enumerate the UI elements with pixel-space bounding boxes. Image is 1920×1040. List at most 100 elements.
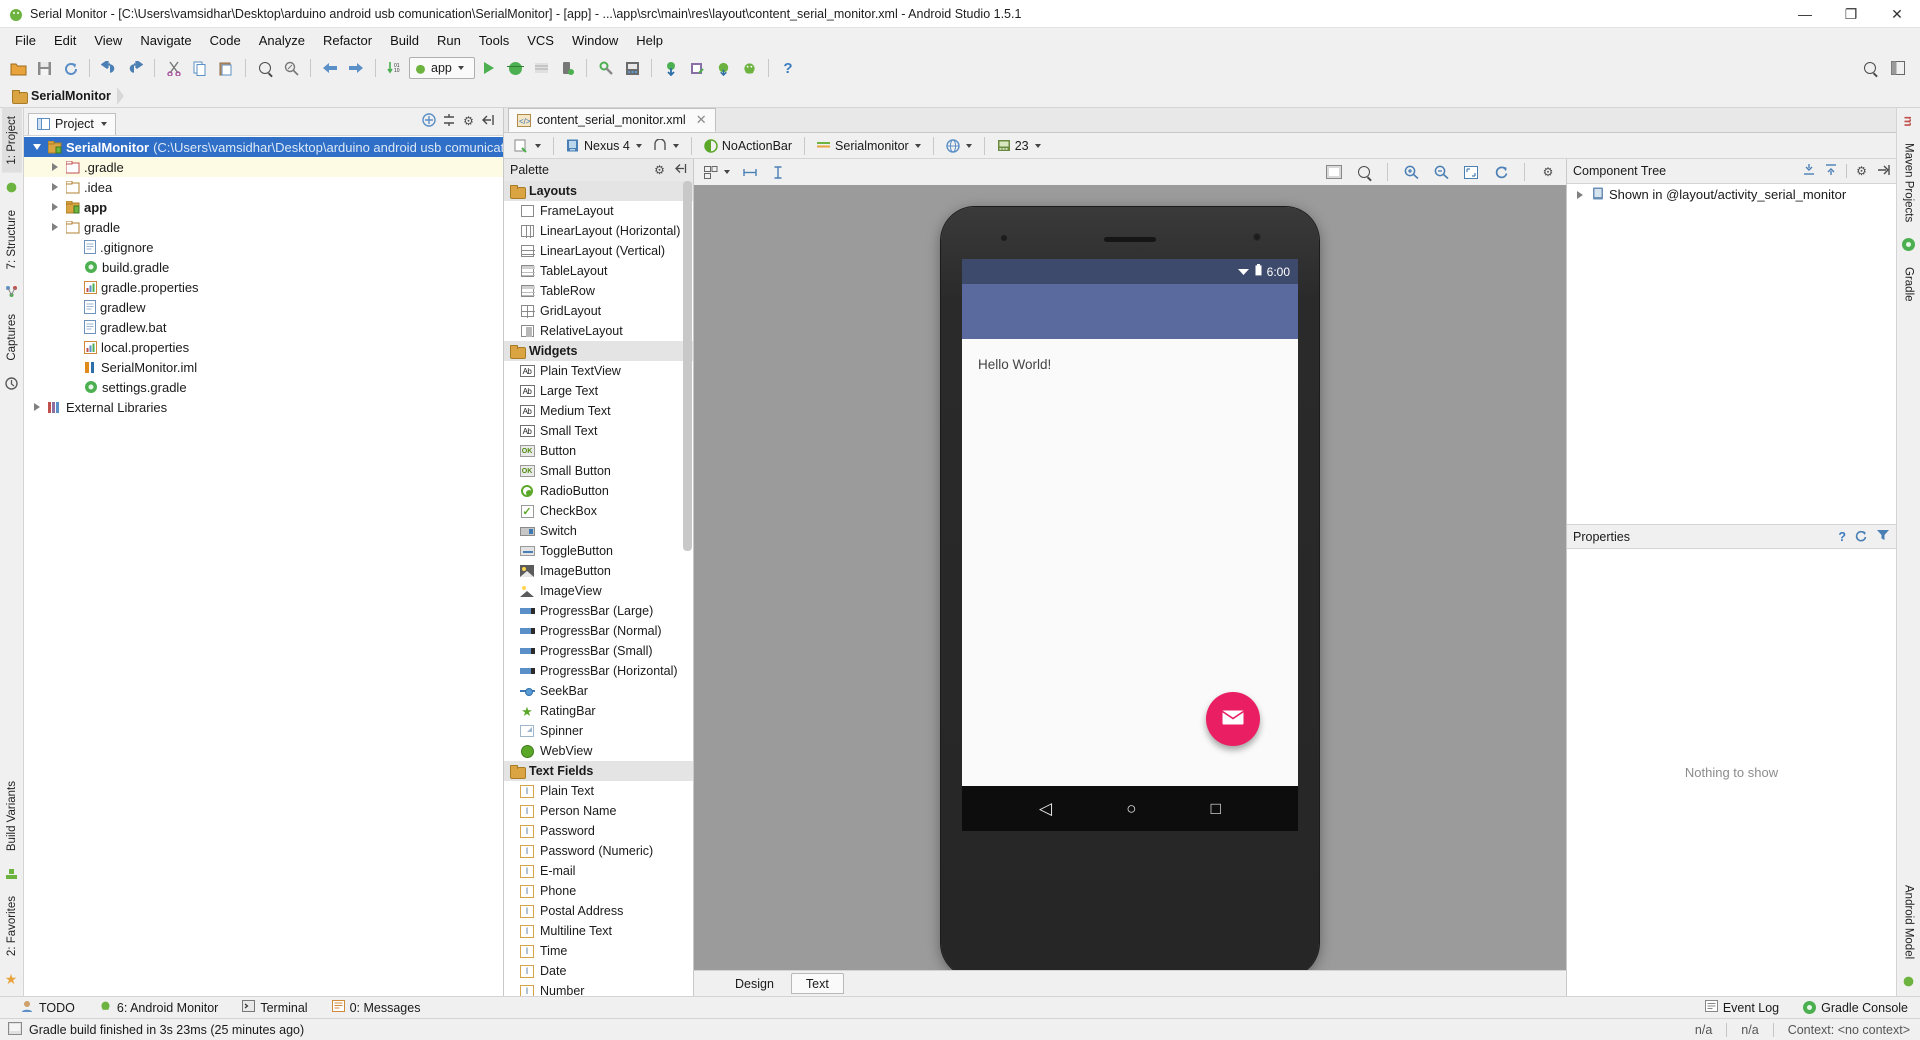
nav-home-icon[interactable]: ○ [1126,799,1136,819]
expand-collapse-icon[interactable] [442,113,456,130]
preview-canvas[interactable]: 6:00 Hello World! ◁ ○ □ [694,185,1566,970]
palette-item[interactable]: I Date [504,961,693,981]
android-device-monitor-icon[interactable] [737,56,761,80]
vcs-update-icon[interactable] [659,56,683,80]
chevron-down-icon[interactable] [30,140,44,154]
palette-item[interactable]: ImageView [504,581,693,601]
sidebar-item-captures[interactable]: Captures [2,306,22,369]
tree-node[interactable]: app [24,197,503,217]
palette-mode-icon[interactable] [700,162,734,182]
gear-icon[interactable]: ⚙ [653,163,666,177]
palette-item[interactable]: I Multiline Text [504,921,693,941]
tree-node[interactable]: gradlew [24,297,503,317]
collapse-all-icon[interactable] [1824,163,1838,179]
palette-item[interactable]: I Password [504,821,693,841]
replace-icon[interactable] [279,56,303,80]
palette-item[interactable]: Switch [504,521,693,541]
android-sync-icon[interactable] [711,56,735,80]
palette-item[interactable]: RelativeLayout [504,321,693,341]
bottom-item-terminal[interactable]: Terminal [230,998,319,1017]
close-button[interactable]: ✕ [1874,0,1920,28]
palette-group-header[interactable]: Text Fields [504,761,693,781]
theme-selector[interactable]: NoActionBar [700,136,796,156]
sidebar-item-maven-projects[interactable]: Maven Projects [1899,135,1919,230]
tree-node[interactable]: External Libraries [24,397,503,417]
reset-properties-icon[interactable] [1854,529,1868,545]
palette-scrollbar[interactable] [683,181,692,551]
tree-node[interactable]: gradle.properties [24,277,503,297]
nav-back-icon[interactable]: ◁ [1039,799,1052,819]
palette-item[interactable]: ProgressBar (Horizontal) [504,661,693,681]
bottom-item-gradle-console[interactable]: Gradle Console [1791,999,1920,1017]
palette-item[interactable]: I Number [504,981,693,996]
palette-item[interactable]: Spinner [504,721,693,741]
project-panel-tab[interactable]: Project [28,112,116,135]
redo-icon[interactable] [123,56,147,80]
bottom-item-event-log[interactable]: Event Log [1693,998,1791,1017]
palette-item[interactable]: GridLayout [504,301,693,321]
sidebar-item-build-variants[interactable]: Build Variants [2,773,22,859]
compile-icon[interactable]: 01 10 [383,56,407,80]
gear-icon[interactable]: ⚙ [462,115,475,128]
palette-group-header[interactable]: Layouts [504,181,693,201]
toggle-baseline-icon[interactable] [766,160,790,184]
menu-analyze[interactable]: Analyze [250,30,314,51]
palette-item[interactable]: ProgressBar (Small) [504,641,693,661]
toggle-dimensions-icon[interactable] [738,160,762,184]
component-tree-row[interactable]: Shown in @layout/activity_serial_monitor [1567,184,1896,205]
palette-item[interactable]: ProgressBar (Normal) [504,621,693,641]
menu-window[interactable]: Window [563,30,627,51]
chevron-right-icon[interactable] [48,180,62,194]
chevron-right-icon[interactable] [30,400,44,414]
palette-item[interactable]: OK Small Button [504,461,693,481]
palette-item[interactable]: ToggleButton [504,541,693,561]
tree-node[interactable]: .gitignore [24,237,503,257]
sync-project-icon[interactable] [58,56,82,80]
menu-edit[interactable]: Edit [45,30,85,51]
tree-node[interactable]: SerialMonitor.iml [24,357,503,377]
nav-recents-icon[interactable]: □ [1211,799,1221,819]
palette-item[interactable]: LinearLayout (Vertical) [504,241,693,261]
render-mode-icon[interactable] [1322,160,1346,184]
palette-item[interactable]: ImageButton [504,561,693,581]
floating-action-button[interactable] [1206,692,1260,746]
sidebar-item-project[interactable]: 1: Project [1,108,22,173]
tree-node[interactable]: settings.gradle [24,377,503,397]
find-icon[interactable] [253,56,277,80]
tab-text[interactable]: Text [790,973,844,994]
project-tree[interactable]: SerialMonitor (C:\Users\vamsidhar\Desktop… [24,136,503,996]
menu-help[interactable]: Help [627,30,672,51]
device-selector[interactable]: Nexus 4 [562,136,646,156]
minimize-button[interactable]: — [1782,0,1828,28]
menu-code[interactable]: Code [201,30,250,51]
sidebar-item-favorites[interactable]: 2: Favorites [2,888,22,964]
device-config-icon[interactable] [510,136,545,156]
palette-item[interactable]: LinearLayout (Horizontal) [504,221,693,241]
filter-properties-icon[interactable] [1876,529,1890,544]
menu-refactor[interactable]: Refactor [314,30,381,51]
paste-icon[interactable] [214,56,238,80]
palette-group-header[interactable]: Widgets [504,341,693,361]
palette-item[interactable]: Ab Small Text [504,421,693,441]
breadcrumb-project[interactable]: SerialMonitor [8,87,121,105]
cut-icon[interactable] [162,56,186,80]
bottom-item-android-monitor[interactable]: 6: Android Monitor [87,998,230,1018]
layout-toggle-icon[interactable] [1886,56,1910,80]
sidebar-item-gradle[interactable]: Gradle [1899,259,1919,310]
palette-item[interactable]: Ab Medium Text [504,401,693,421]
palette-item[interactable]: I Postal Address [504,901,693,921]
forward-icon[interactable] [344,56,368,80]
orientation-selector[interactable] [649,136,683,156]
run-configuration-selector[interactable]: app [409,57,475,79]
save-all-icon[interactable] [32,56,56,80]
hide-panel-icon[interactable] [1876,164,1890,179]
maximize-button[interactable]: ❐ [1828,0,1874,28]
run-button[interactable] [477,56,501,80]
chevron-right-icon[interactable] [48,160,62,174]
palette-item[interactable]: SeekBar [504,681,693,701]
menu-view[interactable]: View [85,30,131,51]
tree-node[interactable]: .gradle [24,157,503,177]
menu-vcs[interactable]: VCS [518,30,563,51]
device-screen[interactable]: 6:00 Hello World! ◁ ○ □ [962,259,1298,831]
undo-icon[interactable] [97,56,121,80]
